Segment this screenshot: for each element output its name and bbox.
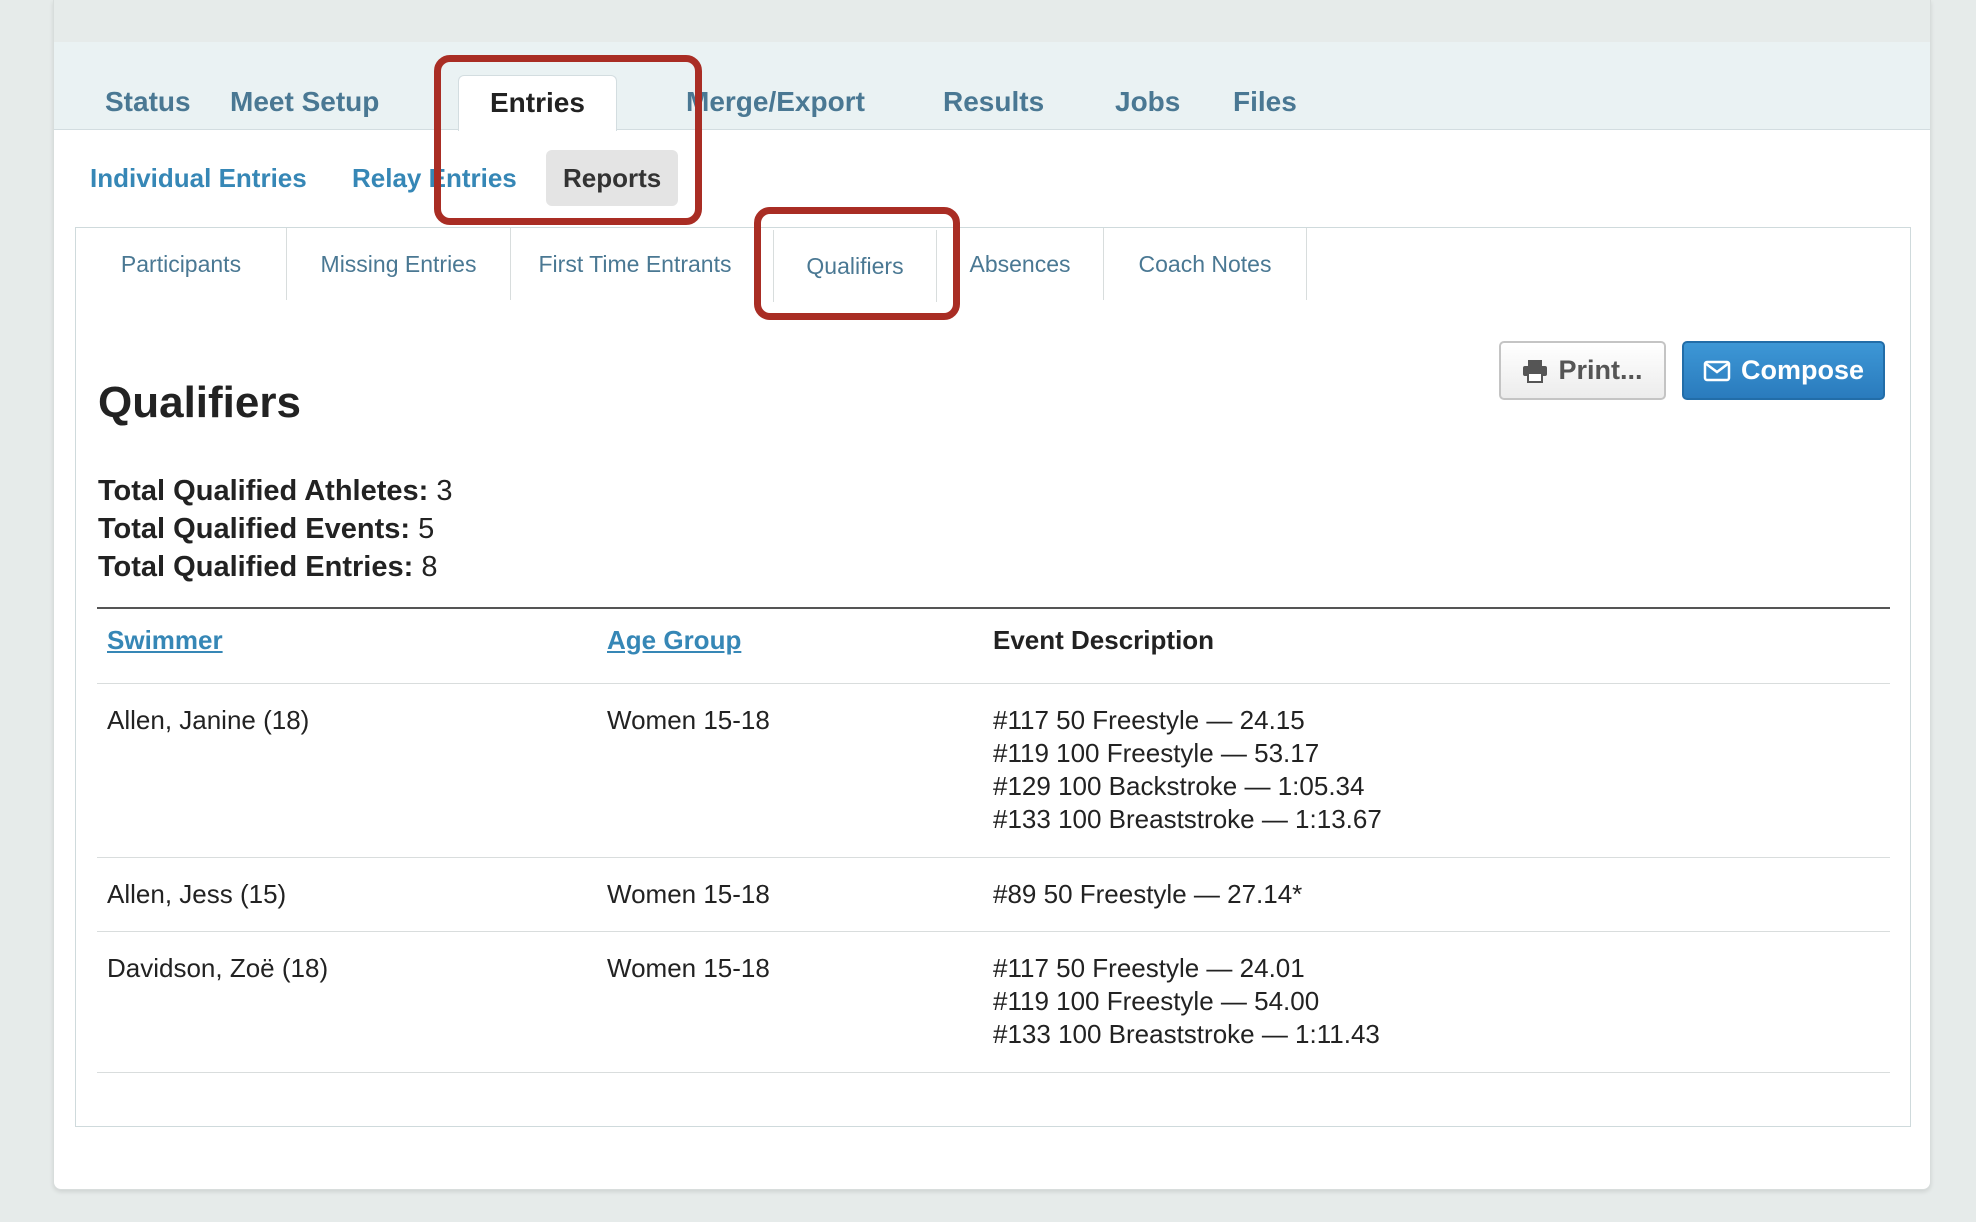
event-description-cell: #117 50 Freestyle — 24.01 #119 100 Frees… <box>993 952 1380 1051</box>
age-group-cell: Women 15-18 <box>607 953 770 983</box>
age-group-column-header[interactable]: Age Group <box>607 625 741 656</box>
print-button[interactable]: Print... <box>1499 341 1666 400</box>
envelope-icon <box>1703 360 1731 381</box>
compose-label: Compose <box>1740 355 1865 385</box>
top-strip <box>54 0 1930 42</box>
event-line: #119 100 Freestyle — 53.17 <box>993 738 1320 768</box>
subtab-relay-entries[interactable]: Relay Entries <box>335 150 534 206</box>
main-card: Status Meet Setup Entries Merge/Export R… <box>53 0 1931 1190</box>
report-tab-missing-entries[interactable]: Missing Entries <box>287 228 511 300</box>
event-line: #133 100 Breaststroke — 1:11.43 <box>993 1019 1380 1049</box>
tab-meet-setup[interactable]: Meet Setup <box>199 78 410 130</box>
event-line: #129 100 Backstroke — 1:05.34 <box>993 771 1365 801</box>
event-description-cell: #117 50 Freestyle — 24.15 #119 100 Frees… <box>993 704 1382 836</box>
subtab-individual-entries[interactable]: Individual Entries <box>73 150 324 206</box>
tab-results[interactable]: Results <box>912 78 1075 130</box>
event-description-cell: #89 50 Freestyle — 27.14* <box>993 878 1302 911</box>
printer-icon <box>1523 359 1548 383</box>
page-title: Qualifiers <box>98 378 301 427</box>
table-row: Allen, Janine (18) Women 15-18 #117 50 F… <box>97 683 1890 857</box>
tab-jobs[interactable]: Jobs <box>1084 78 1211 130</box>
tab-merge-export[interactable]: Merge/Export <box>655 78 896 130</box>
stat-entries: Total Qualified Entries: 8 <box>98 551 438 583</box>
main-nav: Status Meet Setup Entries Merge/Export R… <box>54 42 1930 131</box>
table-top-rule <box>97 607 1890 609</box>
report-tabs: Participants Missing Entries First Time … <box>76 228 1910 302</box>
swimmer-cell: Allen, Janine (18) <box>107 705 310 735</box>
age-group-cell: Women 15-18 <box>607 879 770 909</box>
stat-athletes-value: 3 <box>436 475 453 507</box>
event-line: #117 50 Freestyle — 24.15 <box>993 705 1305 735</box>
table-row: Davidson, Zoë (18) Women 15-18 #117 50 F… <box>97 931 1890 1073</box>
event-line: #133 100 Breaststroke — 1:13.67 <box>993 804 1382 834</box>
tab-files[interactable]: Files <box>1202 78 1328 130</box>
swimmer-cell: Davidson, Zoë (18) <box>107 953 329 983</box>
report-tab-first-time-entrants[interactable]: First Time Entrants <box>511 228 759 300</box>
event-line: #117 50 Freestyle — 24.01 <box>993 953 1305 983</box>
print-label: Print... <box>1558 355 1643 385</box>
table-row: Allen, Jess (15) Women 15-18 #89 50 Free… <box>97 857 1890 931</box>
qualifier-stats: Total Qualified Athletes: 3 Total Qualif… <box>98 472 453 586</box>
report-tab-coach-notes[interactable]: Coach Notes <box>1104 228 1307 300</box>
subtab-reports[interactable]: Reports <box>546 150 679 206</box>
stat-events: Total Qualified Events: 5 <box>98 513 435 545</box>
swimmer-column-header[interactable]: Swimmer <box>107 625 223 656</box>
report-tab-qualifiers[interactable]: Qualifiers <box>773 230 937 302</box>
stat-events-value: 5 <box>418 513 435 545</box>
report-tab-participants[interactable]: Participants <box>76 228 287 300</box>
tab-entries[interactable]: Entries <box>458 75 617 131</box>
event-description-column-header: Event Description <box>993 625 1215 655</box>
compose-button[interactable]: Compose <box>1682 341 1885 400</box>
event-line: #89 50 Freestyle — 27.14* <box>993 879 1303 909</box>
report-tab-absences[interactable]: Absences <box>937 228 1104 300</box>
swimmer-cell: Allen, Jess (15) <box>107 879 287 909</box>
stat-entries-value: 8 <box>421 551 438 583</box>
event-line: #119 100 Freestyle — 54.00 <box>993 986 1320 1016</box>
stat-athletes: Total Qualified Athletes: 3 <box>98 475 453 507</box>
age-group-cell: Women 15-18 <box>607 705 770 735</box>
